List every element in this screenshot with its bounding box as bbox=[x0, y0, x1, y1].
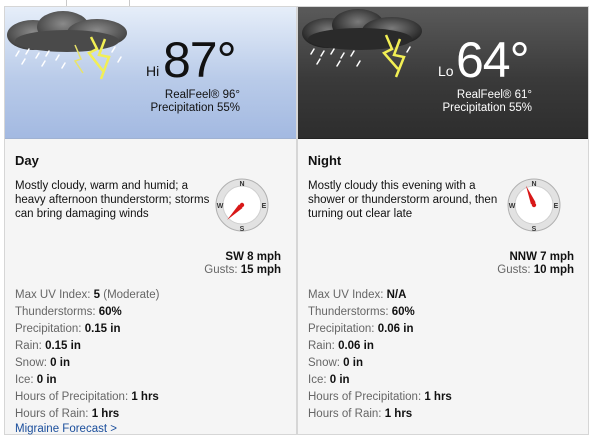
stat-row: Thunderstorms: 60% bbox=[308, 306, 415, 318]
night-precipitation-chance: Precipitation 55% bbox=[442, 102, 533, 114]
gusts-value: 15 mph bbox=[240, 264, 281, 276]
compass-e: E bbox=[554, 203, 559, 210]
night-gusts: Gusts: 10 mph bbox=[497, 264, 574, 276]
stat-row: Precipitation: 0.15 in bbox=[15, 323, 121, 335]
day-precipitation-chance: Precipitation 55% bbox=[150, 102, 241, 114]
day-gusts: Gusts: 15 mph bbox=[204, 264, 281, 276]
wind-compass-icon: N E S W bbox=[215, 178, 269, 233]
gusts-label: Gusts: bbox=[497, 264, 531, 276]
stat-row: Hours of Precipitation: 1 hrs bbox=[15, 391, 159, 403]
stat-row: Max UV Index: N/A bbox=[308, 289, 407, 301]
compass-e: E bbox=[262, 203, 267, 210]
gusts-value: 10 mph bbox=[533, 264, 574, 276]
night-panel: Lo 64° RealFeel® 61° Precipitation 55% N… bbox=[297, 6, 589, 435]
compass-w: W bbox=[509, 203, 516, 210]
hi-label: Hi bbox=[146, 63, 160, 79]
lo-label: Lo bbox=[438, 63, 454, 79]
gusts-label: Gusts: bbox=[204, 264, 238, 276]
day-stats-list: Max UV Index: 5 (Moderate) Thunderstorms… bbox=[15, 287, 290, 423]
stat-row: Ice: 0 in bbox=[15, 374, 57, 386]
stat-row: Hours of Rain: 1 hrs bbox=[15, 408, 120, 420]
day-description: Mostly cloudy, warm and humid; a heavy a… bbox=[15, 180, 210, 220]
night-realfeel: RealFeel® 61° bbox=[456, 89, 532, 101]
migraine-forecast-link[interactable]: Migraine Forecast > bbox=[15, 423, 117, 435]
wind-compass-icon: N E S W bbox=[507, 178, 561, 233]
night-wind: NNW 7 mph bbox=[509, 251, 574, 263]
stat-row: Thunderstorms: 60% bbox=[15, 306, 122, 318]
compass-n: N bbox=[531, 181, 536, 188]
stat-row: Snow: 0 in bbox=[308, 357, 363, 369]
night-heading: Night bbox=[308, 153, 342, 168]
stat-row: Precipitation: 0.06 in bbox=[308, 323, 414, 335]
day-banner: Hi 87° RealFeel® 96° Precipitation 55% bbox=[5, 7, 296, 139]
compass-w: W bbox=[217, 203, 224, 210]
day-wind: SW 8 mph bbox=[225, 251, 281, 263]
compass-s: S bbox=[240, 226, 245, 233]
night-thunderstorm-cloud-icon bbox=[302, 9, 422, 78]
night-temperature: 64° bbox=[456, 32, 530, 88]
stat-row: Ice: 0 in bbox=[308, 374, 350, 386]
day-temperature: 87° bbox=[163, 32, 237, 88]
night-banner: Lo 64° RealFeel® 61° Precipitation 55% bbox=[298, 7, 588, 139]
stat-row: Snow: 0 in bbox=[15, 357, 70, 369]
stat-row: Hours of Precipitation: 1 hrs bbox=[308, 391, 452, 403]
day-panel: Hi 87° RealFeel® 96° Precipitation 55% D… bbox=[4, 6, 297, 435]
day-heading: Day bbox=[15, 153, 39, 168]
stat-row: Rain: 0.15 in bbox=[15, 340, 81, 352]
stat-row: Rain: 0.06 in bbox=[308, 340, 374, 352]
stat-row: Hours of Rain: 1 hrs bbox=[308, 408, 413, 420]
day-realfeel: RealFeel® 96° bbox=[164, 89, 240, 101]
thunderstorm-cloud-icon bbox=[7, 11, 127, 80]
compass-n: N bbox=[239, 181, 244, 188]
stat-row: Max UV Index: 5 (Moderate) bbox=[15, 289, 160, 301]
night-stats-list: Max UV Index: N/A Thunderstorms: 60% Pre… bbox=[308, 287, 583, 423]
night-description: Mostly cloudy this evening with a shower… bbox=[308, 180, 498, 220]
compass-s: S bbox=[532, 226, 537, 233]
